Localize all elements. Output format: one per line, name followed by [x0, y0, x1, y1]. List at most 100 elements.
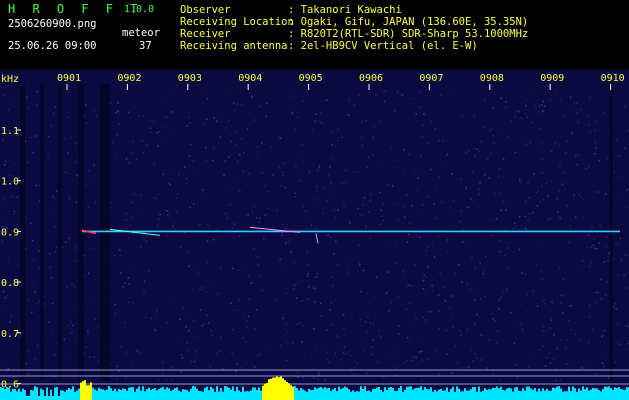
noise-speck [196, 335, 199, 337]
noise-speck [568, 241, 570, 244]
noise-speck [237, 309, 239, 312]
noise-speck [461, 281, 463, 284]
noise-speck [294, 192, 296, 195]
noise-speck [349, 222, 351, 224]
noise-speck [451, 313, 453, 316]
noise-speck [626, 272, 628, 275]
level-bar [432, 391, 434, 400]
noise-speck [13, 213, 15, 215]
noise-speck [215, 353, 218, 355]
noise-speck [528, 213, 531, 215]
level-bar [498, 388, 500, 400]
noise-speck [506, 136, 509, 138]
noise-speck [153, 329, 156, 331]
level-bar [186, 390, 188, 400]
level-bar [34, 386, 36, 400]
noise-speck [624, 105, 626, 108]
noise-speck [172, 171, 174, 173]
noise-speck [562, 294, 564, 297]
noise-speck [233, 109, 236, 112]
noise-speck [97, 360, 100, 363]
noise-speck [451, 295, 454, 297]
noise-speck [486, 367, 488, 370]
noise-speck [521, 328, 524, 331]
noise-speck [371, 353, 373, 356]
noise-speck [412, 356, 414, 358]
level-bar [130, 387, 132, 400]
noise-speck [594, 291, 597, 293]
noise-speck [209, 366, 212, 368]
noise-speck [566, 205, 568, 207]
noise-speck [406, 285, 408, 287]
noise-speck [211, 334, 213, 337]
noise-speck [571, 366, 574, 368]
noise-speck [49, 266, 52, 268]
noise-speck [53, 354, 56, 356]
level-bar [320, 387, 322, 400]
noise-speck [28, 351, 30, 353]
level-bar [358, 391, 360, 400]
noise-speck [239, 367, 242, 369]
noise-speck [500, 296, 503, 299]
noise-speck [403, 149, 405, 151]
noise-speck [122, 286, 125, 288]
level-bar [476, 391, 478, 400]
noise-speck [85, 346, 88, 348]
level-bar [434, 389, 436, 400]
level-bar [382, 391, 384, 400]
noise-speck [350, 261, 352, 263]
noise-speck [581, 260, 584, 262]
noise-speck [245, 320, 248, 322]
noise-speck [600, 278, 602, 281]
noise-speck [330, 155, 333, 158]
level-bar [616, 388, 618, 400]
noise-speck [425, 249, 428, 252]
noise-speck [276, 209, 278, 212]
noise-speck [1, 241, 4, 243]
level-bar [492, 387, 494, 400]
noise-speck [172, 129, 174, 131]
noise-speck [462, 241, 464, 243]
noise-speck [402, 270, 404, 273]
level-bar [376, 387, 378, 400]
noise-speck [127, 237, 130, 240]
level-bar [362, 389, 364, 400]
noise-speck [317, 372, 319, 374]
noise-speck [524, 200, 527, 203]
noise-speck [181, 357, 183, 359]
noise-speck [74, 247, 77, 249]
level-bar [252, 387, 254, 400]
noise-speck [165, 378, 167, 381]
noise-speck [90, 308, 93, 311]
dark-column [20, 84, 25, 380]
noise-speck [308, 171, 311, 173]
noise-speck [619, 237, 621, 240]
noise-speck [386, 183, 389, 186]
noise-speck [365, 225, 367, 228]
noise-speck [490, 152, 492, 155]
noise-speck [75, 340, 77, 342]
noise-speck [75, 174, 78, 176]
noise-speck [397, 378, 400, 381]
level-bar [448, 391, 450, 400]
noise-speck [397, 365, 400, 368]
noise-speck [249, 195, 251, 198]
noise-speck [418, 105, 421, 107]
noise-speck [97, 325, 99, 328]
noise-speck [62, 128, 64, 131]
noise-speck [324, 378, 327, 381]
level-bar [620, 389, 622, 400]
level-bar [586, 387, 588, 400]
noise-speck [244, 214, 246, 217]
noise-speck [284, 227, 286, 229]
noise-speck [351, 171, 354, 173]
level-bar [554, 388, 556, 400]
noise-speck [495, 218, 498, 220]
noise-speck [379, 191, 381, 194]
noise-speck [230, 302, 232, 304]
level-bar [74, 391, 76, 400]
noise-speck [295, 297, 298, 299]
noise-speck [412, 321, 414, 324]
noise-speck [499, 193, 501, 195]
noise-speck [176, 193, 179, 195]
